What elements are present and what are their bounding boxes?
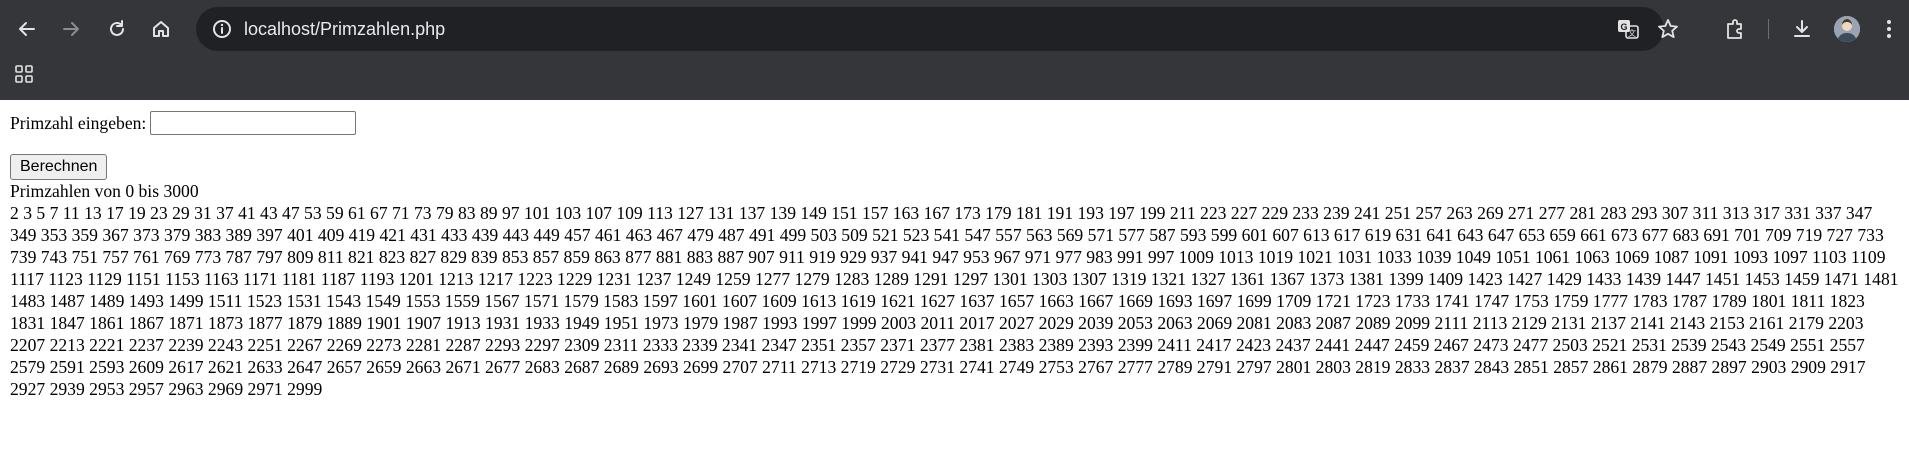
browser-chrome: localhost/Primzahlen.php G文 [0,0,1909,100]
bookmark-star-icon[interactable] [1656,17,1680,41]
menu-button[interactable] [1870,10,1908,48]
profile-avatar[interactable] [1834,16,1860,42]
extensions-icon [1724,18,1746,40]
primes-range-heading: Primzahlen von 0 bis 3000 [10,181,199,201]
address-bar[interactable]: localhost/Primzahlen.php G文 [196,7,1678,51]
home-button[interactable] [142,10,180,48]
calculate-row: Berechnen [10,154,1899,180]
back-button[interactable] [8,10,46,48]
download-icon [1791,18,1813,40]
prime-input-row: Primzahl eingeben: [10,108,1899,138]
prime-input[interactable] [150,111,357,135]
forward-icon [61,19,81,39]
forward-button[interactable] [52,10,90,48]
svg-text:G: G [1620,22,1627,32]
extensions-button[interactable] [1716,10,1754,48]
browser-toolbar: localhost/Primzahlen.php G文 [0,0,1909,58]
calculate-button[interactable]: Berechnen [10,154,108,180]
prime-input-label: Primzahl eingeben: [10,113,147,133]
svg-text:文: 文 [1628,28,1636,38]
toolbar-divider [1768,19,1769,39]
translate-icon[interactable]: G文 [1616,17,1640,41]
page-content: Primzahl eingeben: Berechnen Primzahlen … [0,100,1909,400]
back-icon [17,19,37,39]
site-info-icon[interactable] [210,17,234,41]
menu-icon [1885,18,1893,40]
bookmarks-bar [0,58,1909,100]
reload-icon [107,19,127,39]
reload-button[interactable] [98,10,136,48]
url-text[interactable]: localhost/Primzahlen.php [244,7,445,51]
primes-list: 2 3 5 7 11 13 17 19 23 29 31 37 41 43 47… [10,203,1899,399]
home-icon [151,19,171,39]
downloads-button[interactable] [1783,10,1821,48]
apps-icon[interactable] [12,62,36,86]
